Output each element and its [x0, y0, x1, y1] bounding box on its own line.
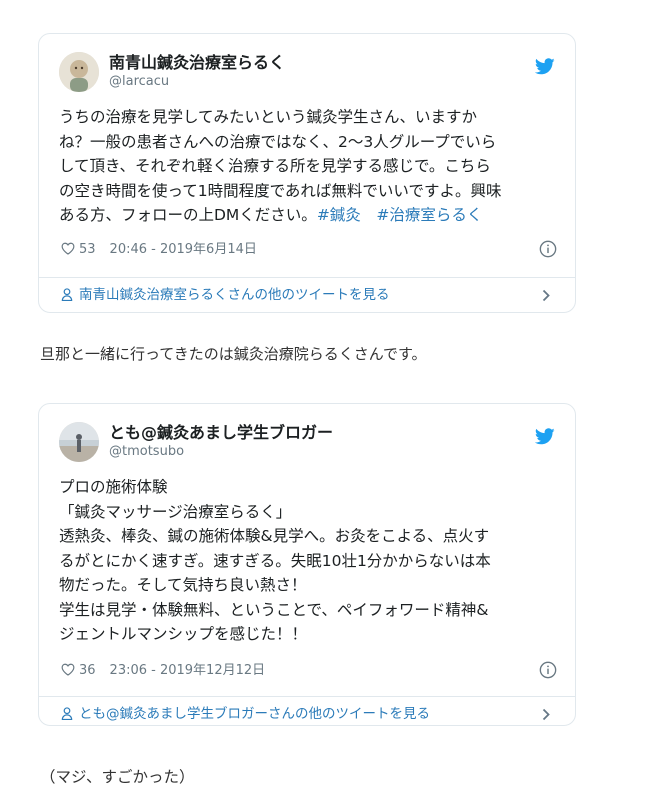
tweet-header: とも@鍼灸あまし学生ブロガー @tmotsubo: [59, 422, 557, 464]
avatar[interactable]: [59, 422, 99, 462]
person-icon: [61, 707, 73, 720]
twitter-bird-icon[interactable]: [535, 58, 555, 75]
tweet-meta: 53 20:46 - 2019年6月14日: [61, 240, 557, 260]
tweet-text: うちの治療を見学してみたいという鍼灸学生さん、いますか ね？一般の患者さんへの治…: [59, 105, 557, 228]
more-tweets-label[interactable]: とも@鍼灸あまし学生ブロガーさんの他のツイートを見る: [79, 706, 430, 722]
embedded-tweet[interactable]: 南青山鍼灸治療室らるく @larcacu うちの治療を見学してみたいという鍼灸学…: [38, 33, 576, 313]
tweet-meta: 36 23:06 - 2019年12月12日: [61, 661, 557, 681]
person-icon: [61, 288, 73, 301]
user-handle[interactable]: @larcacu: [109, 73, 285, 91]
tweet-timestamp[interactable]: 23:06 - 2019年12月12日: [110, 663, 266, 678]
like-count[interactable]: 36: [79, 663, 96, 678]
info-icon[interactable]: [539, 661, 557, 679]
more-tweets-link[interactable]: 南青山鍼灸治療室らるくさんの他のツイートを見る: [61, 284, 557, 306]
divider: [39, 696, 575, 697]
avatar[interactable]: [59, 52, 99, 92]
chevron-right-icon[interactable]: [542, 289, 551, 302]
embedded-tweet[interactable]: とも@鍼灸あまし学生ブロガー @tmotsubo プロの施術体験 「鍼灸マッサー…: [38, 403, 576, 726]
divider: [39, 277, 575, 278]
heart-icon[interactable]: [61, 663, 75, 676]
more-tweets-label[interactable]: 南青山鍼灸治療室らるくさんの他のツイートを見る: [79, 287, 390, 303]
info-icon[interactable]: [539, 240, 557, 258]
tweet-header: 南青山鍼灸治療室らるく @larcacu: [59, 52, 557, 94]
hashtag-link[interactable]: #鍼灸: [317, 206, 361, 224]
like-count[interactable]: 53: [79, 242, 96, 257]
display-name[interactable]: 南青山鍼灸治療室らるく: [109, 53, 285, 73]
hashtag-link[interactable]: #治療室らるく: [376, 206, 482, 224]
heart-icon[interactable]: [61, 242, 75, 255]
display-name[interactable]: とも@鍼灸あまし学生ブロガー: [109, 423, 333, 443]
twitter-bird-icon[interactable]: [535, 428, 555, 445]
user-handle[interactable]: @tmotsubo: [109, 443, 333, 461]
more-tweets-link[interactable]: とも@鍼灸あまし学生ブロガーさんの他のツイートを見る: [61, 703, 557, 725]
tweet-text: プロの施術体験 「鍼灸マッサージ治療室らるく」 透熱灸、棒灸、鍼の施術体験&見学…: [59, 478, 491, 643]
chevron-right-icon[interactable]: [542, 708, 551, 721]
tweet-timestamp[interactable]: 20:46 - 2019年6月14日: [110, 242, 257, 257]
article-paragraph: （マジ、すごかった）: [40, 768, 195, 786]
article-paragraph: 旦那と一緒に行ってきたのは鍼灸治療院らるくさんです。: [40, 345, 427, 363]
